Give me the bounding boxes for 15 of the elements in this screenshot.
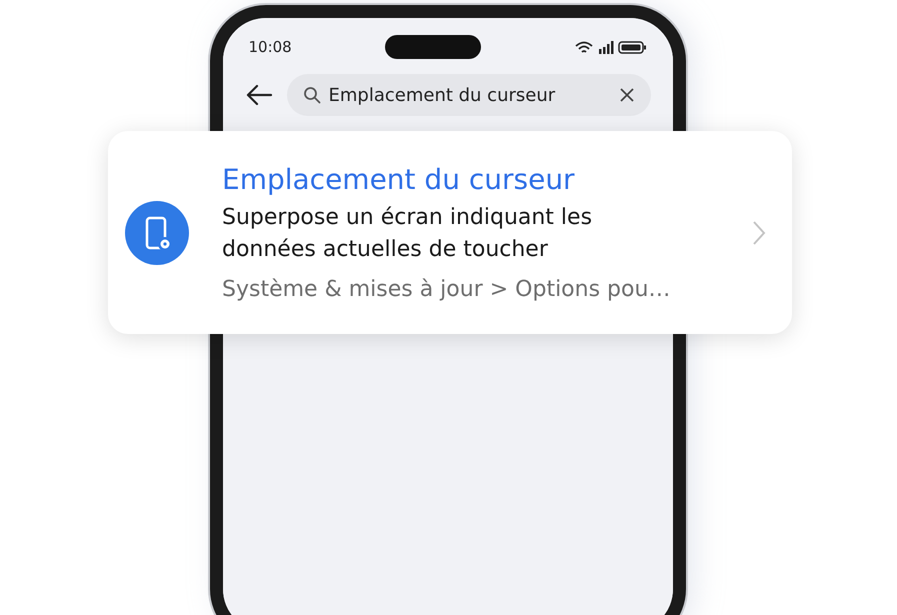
phone-settings-icon — [125, 200, 189, 264]
chevron-right-icon — [752, 220, 766, 246]
close-icon[interactable] — [618, 87, 634, 103]
search-field[interactable]: Emplacement du curseur — [286, 74, 650, 116]
result-description: Superpose un écran indiquant les données actuelles de toucher — [222, 204, 594, 264]
result-title: Emplacement du curseur — [222, 162, 576, 198]
search-result-card[interactable]: Emplacement du curseur Superpose un écran indiquant les données actuelles de toucher Système & mises à jour > Options pou… — [108, 131, 792, 334]
wifi-icon — [574, 40, 594, 54]
search-value: Emplacement du curseur — [328, 84, 556, 106]
status-time: 10:08 — [248, 38, 292, 56]
battery-icon — [618, 40, 646, 54]
back-arrow-icon[interactable] — [244, 83, 272, 107]
result-path: Système & mises à jour > Options pou… — [222, 276, 672, 304]
search-icon — [302, 86, 320, 104]
signal-icon — [598, 40, 614, 54]
